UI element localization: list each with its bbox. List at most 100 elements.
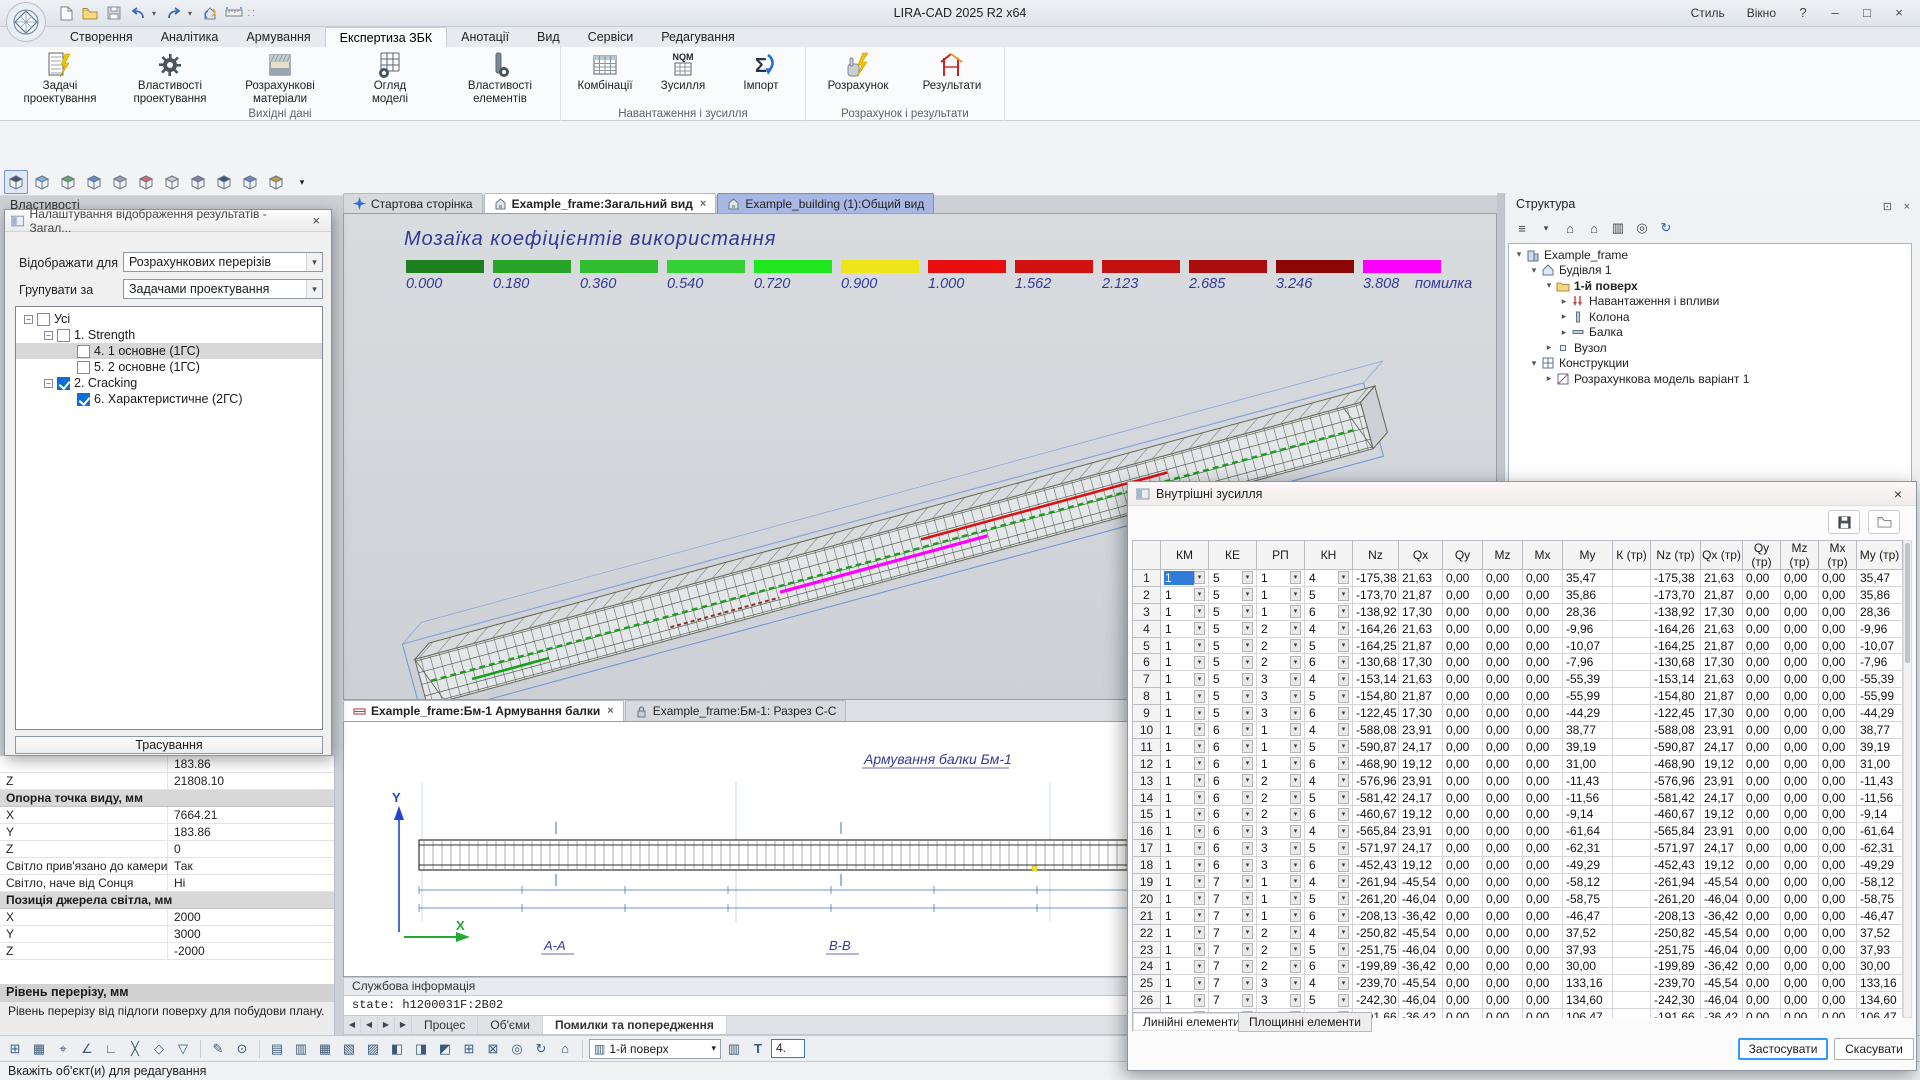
expander-icon[interactable]: −: [24, 315, 33, 324]
rp-combo[interactable]: 1▾: [1257, 603, 1305, 620]
km-combo[interactable]: 1▾: [1161, 654, 1209, 671]
ke-combo[interactable]: 7▾: [1209, 975, 1257, 992]
tree-display-options-icon[interactable]: ≡: [1512, 218, 1532, 238]
rp-combo[interactable]: 2▾: [1257, 941, 1305, 958]
ribbon-button-властивості-елементів[interactable]: Властивостіелементів: [446, 49, 554, 105]
rp-combo[interactable]: 1▾: [1257, 738, 1305, 755]
results-window-titlebar[interactable]: Налаштування відображення результатів - …: [5, 210, 331, 232]
chevron-down-icon[interactable]: ▾: [1194, 892, 1205, 905]
chevron-down-icon[interactable]: ▾: [1290, 926, 1301, 939]
service-tab-процес[interactable]: Процес: [412, 1016, 478, 1034]
km-combo[interactable]: 1▾: [1161, 586, 1209, 603]
tab-стартова-сторінка[interactable]: Стартова сторінка: [343, 193, 483, 213]
trace-button[interactable]: Трасування: [15, 736, 323, 754]
tab-example-frame-загальний-вид[interactable]: Example_frame:Загальний вид×: [484, 193, 717, 213]
kn-combo[interactable]: 4▾: [1305, 823, 1353, 840]
undo-icon[interactable]: [128, 3, 148, 23]
chevron-down-icon[interactable]: ▾: [1194, 723, 1205, 736]
checkbox[interactable]: [77, 345, 90, 358]
row-number[interactable]: 19: [1133, 874, 1161, 891]
chevron-down-icon[interactable]: ▾: [1242, 909, 1253, 922]
house-view-icon[interactable]: ⌂: [1584, 218, 1604, 238]
property-value[interactable]: 7664.21: [168, 807, 334, 823]
chevron-down-icon[interactable]: ▾: [1242, 673, 1253, 686]
km-combo[interactable]: 1▾: [1161, 874, 1209, 891]
km-combo[interactable]: 1▾: [1161, 890, 1209, 907]
ribbon-button-огляд-моделі[interactable]: Оглядмоделі: [336, 49, 444, 105]
chevron-down-icon[interactable]: ▾: [1528, 358, 1540, 369]
ke-combo[interactable]: 7▾: [1209, 941, 1257, 958]
chevron-down-icon[interactable]: ▾: [1290, 909, 1301, 922]
nav-next-icon[interactable]: ▶: [378, 1017, 395, 1033]
km-combo[interactable]: 1▾: [1161, 975, 1209, 992]
snap-node-icon[interactable]: ◇: [148, 1038, 170, 1060]
expander-icon[interactable]: −: [44, 379, 53, 388]
drawing-tab-example-frame-бм-1-армування-балки[interactable]: Example_frame:Бм-1 Армування балки×: [343, 700, 624, 721]
forces-close-icon[interactable]: ×: [1888, 486, 1908, 502]
menu-style[interactable]: Стиль: [1681, 0, 1735, 27]
chevron-down-icon[interactable]: ▾: [1242, 639, 1253, 652]
column-header-КН[interactable]: КН: [1305, 541, 1353, 570]
rp-combo[interactable]: 1▾: [1257, 755, 1305, 772]
rp-combo[interactable]: 1▾: [1257, 570, 1305, 587]
rp-combo[interactable]: 2▾: [1257, 924, 1305, 941]
chevron-down-icon[interactable]: ▾: [1194, 774, 1205, 787]
property-value[interactable]: 183.86: [168, 824, 334, 840]
rp-combo[interactable]: 3▾: [1257, 975, 1305, 992]
nav-first-icon[interactable]: ◀: [344, 1017, 361, 1033]
scrollbar-thumb[interactable]: [1905, 543, 1910, 663]
chevron-down-icon[interactable]: ▾: [711, 1043, 716, 1054]
snap-center-icon[interactable]: ⌖: [52, 1038, 74, 1060]
chevron-down-icon[interactable]: ▾: [1290, 994, 1301, 1007]
km-combo[interactable]: 1▾: [1161, 857, 1209, 874]
chevron-right-icon[interactable]: ▸: [1543, 342, 1555, 353]
kn-combo[interactable]: 5▾: [1305, 890, 1353, 907]
structure-node-example-frame[interactable]: ▾Example_frame: [1509, 247, 1911, 263]
chevron-down-icon[interactable]: ▾: [1194, 791, 1205, 804]
kn-combo[interactable]: 5▾: [1305, 738, 1353, 755]
chevron-down-icon[interactable]: ▾: [1290, 892, 1301, 905]
chevron-down-icon[interactable]: ▾: [1194, 909, 1205, 922]
kn-combo[interactable]: 4▾: [1305, 570, 1353, 587]
chevron-down-icon[interactable]: ▾: [1242, 859, 1253, 872]
count-input[interactable]: 4.: [771, 1039, 805, 1058]
panel-close-icon[interactable]: ×: [1904, 196, 1910, 218]
km-combo[interactable]: 1▾: [1161, 823, 1209, 840]
rp-combo[interactable]: 1▾: [1257, 586, 1305, 603]
home-view-icon[interactable]: ⌂: [554, 1038, 576, 1060]
row-number[interactable]: 24: [1133, 958, 1161, 975]
ke-combo[interactable]: 6▾: [1209, 755, 1257, 772]
km-combo[interactable]: 1▾: [1161, 958, 1209, 975]
row-number[interactable]: 18: [1133, 857, 1161, 874]
kn-combo[interactable]: 4▾: [1305, 772, 1353, 789]
select-transparent-mode[interactable]: [30, 170, 54, 194]
rp-combo[interactable]: 2▾: [1257, 958, 1305, 975]
kn-combo[interactable]: 5▾: [1305, 688, 1353, 705]
property-row[interactable]: Z21808.10: [0, 773, 334, 790]
kn-combo[interactable]: 6▾: [1305, 857, 1353, 874]
property-value[interactable]: 0: [168, 841, 334, 857]
km-combo[interactable]: 1▾: [1161, 772, 1209, 789]
rp-combo[interactable]: 3▾: [1257, 823, 1305, 840]
row-number[interactable]: 15: [1133, 806, 1161, 823]
chevron-down-icon[interactable]: ▾: [1338, 723, 1349, 736]
property-row[interactable]: X7664.21: [0, 807, 334, 824]
refresh-icon[interactable]: ↻: [1656, 218, 1676, 238]
row-number[interactable]: 3: [1133, 603, 1161, 620]
rp-combo[interactable]: 1▾: [1257, 907, 1305, 924]
nav-prev-icon[interactable]: ◀: [361, 1017, 378, 1033]
find-icon[interactable]: ◎: [1632, 218, 1652, 238]
structure-node-конструкции[interactable]: ▾Конструкции: [1509, 356, 1911, 372]
tab-example-building-1-общий-вид[interactable]: Example_building (1):Общий вид: [717, 193, 934, 213]
chevron-down-icon[interactable]: ▾: [1242, 960, 1253, 973]
ribbon-tab-редагування[interactable]: Редагування: [647, 27, 749, 47]
select-gray-mode[interactable]: [108, 170, 132, 194]
chevron-down-icon[interactable]: ▾: [1242, 740, 1253, 753]
forces-tab-linear[interactable]: Линійні елементи: [1132, 1012, 1251, 1032]
chevron-down-icon[interactable]: ▾: [1338, 673, 1349, 686]
row-number[interactable]: 7: [1133, 671, 1161, 688]
drawing-tab-example-frame-бм-1-разрез-с-с[interactable]: Example_frame:Бм-1: Разрез С-С: [625, 700, 847, 721]
ke-combo[interactable]: 5▾: [1209, 688, 1257, 705]
ribbon-tab-експертиза-збк[interactable]: Експертиза ЗБК: [325, 27, 448, 47]
ke-combo[interactable]: 6▾: [1209, 840, 1257, 857]
